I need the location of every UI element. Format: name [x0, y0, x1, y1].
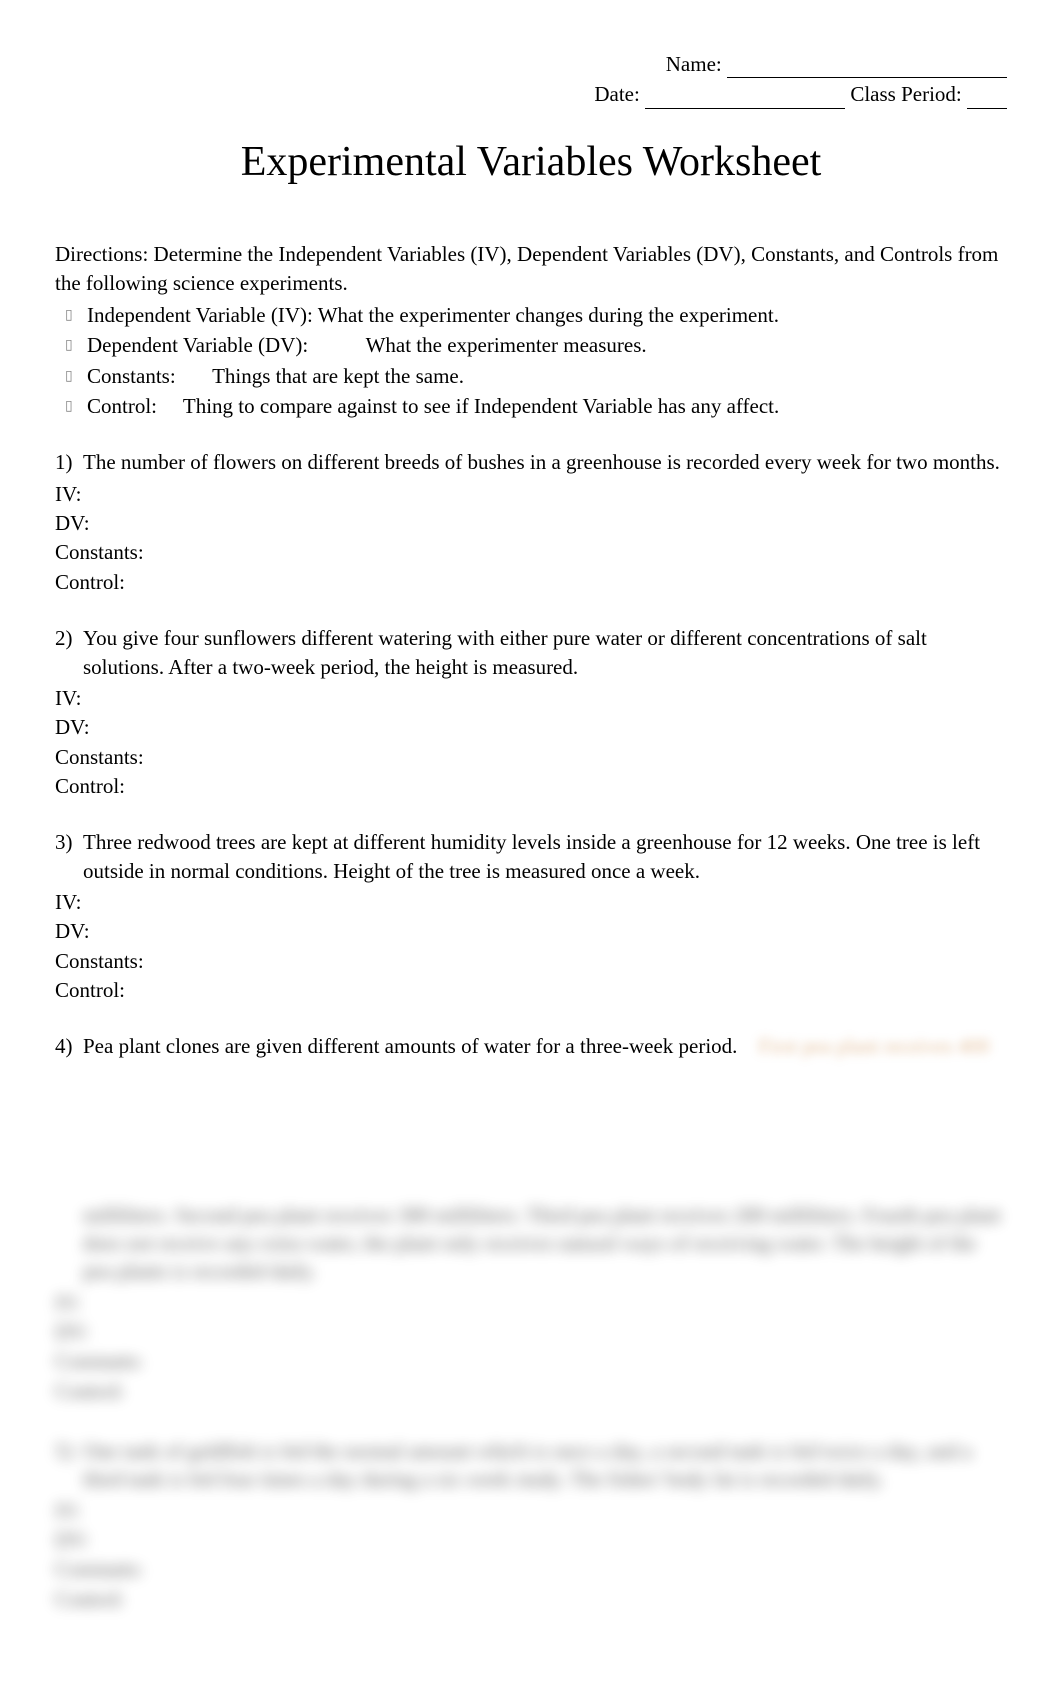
question-1: 1) The number of flowers on different br…	[55, 448, 1007, 596]
page-title: Experimental Variables Worksheet	[55, 134, 1007, 191]
question-prompt: 2) You give four sunflowers different wa…	[55, 624, 1007, 681]
question-text: One tank of goldfish is fed the normal a…	[83, 1437, 1007, 1494]
question-4: 4) Pea plant clones are given different …	[55, 1032, 1007, 1060]
dv-line: DV:	[55, 1318, 1007, 1346]
control-line[interactable]: Control:	[55, 976, 1007, 1004]
question-4-continued: milliliters. Second pea plant receives 3…	[55, 1201, 1007, 1405]
control-line[interactable]: Control:	[55, 568, 1007, 596]
control-line: Control:	[55, 1377, 1007, 1405]
bullet-icon: ▯	[65, 392, 87, 415]
dv-line[interactable]: DV:	[55, 509, 1007, 537]
question-5: 5) One tank of goldfish is fed the norma…	[55, 1437, 1007, 1613]
question-number: 2)	[55, 624, 83, 652]
constants-line[interactable]: Constants:	[55, 538, 1007, 566]
constants-line: Constants:	[55, 1555, 1007, 1583]
definitions-list: ▯ Independent Variable (IV): What the ex…	[55, 301, 1007, 420]
name-label: Name:	[666, 52, 722, 76]
question-3: 3) Three redwood trees are kept at diffe…	[55, 828, 1007, 1004]
bullet-icon: ▯	[65, 301, 87, 324]
definition-iv: ▯ Independent Variable (IV): What the ex…	[55, 301, 1007, 329]
question-text-main: Pea plant clones are given different amo…	[83, 1034, 737, 1058]
iv-line: IV:	[55, 1289, 1007, 1317]
def-label: Dependent Variable (DV):	[87, 331, 308, 359]
question-text: The number of flowers on different breed…	[83, 448, 1007, 476]
name-line: Name:	[55, 50, 1007, 78]
question-number: 1)	[55, 448, 83, 476]
question-number: 3)	[55, 828, 83, 856]
date-label: Date:	[594, 82, 639, 106]
class-period-input-line[interactable]	[967, 88, 1007, 109]
question-text: milliliters. Second pea plant receives 3…	[83, 1201, 1007, 1286]
question-prompt: 1) The number of flowers on different br…	[55, 448, 1007, 476]
blurred-preview: milliliters. Second pea plant receives 3…	[55, 1201, 1007, 1613]
directions-text: Directions: Determine the Independent Va…	[55, 240, 1007, 297]
def-label: Constants:	[87, 362, 176, 390]
def-label: Control:	[87, 392, 157, 420]
class-period-label: Class Period:	[850, 82, 961, 106]
def-desc: Thing to compare against to see if Indep…	[183, 394, 779, 418]
def-desc: What the experimenter measures.	[366, 333, 647, 357]
name-input-line[interactable]	[727, 57, 1007, 78]
question-number: 4)	[55, 1032, 83, 1060]
iv-line: IV:	[55, 1497, 1007, 1525]
question-2: 2) You give four sunflowers different wa…	[55, 624, 1007, 800]
question-text: Pea plant clones are given different amo…	[83, 1032, 1007, 1060]
question-number: 5)	[55, 1437, 83, 1465]
iv-line[interactable]: IV:	[55, 888, 1007, 916]
bullet-icon: ▯	[65, 362, 87, 385]
constants-line: Constants:	[55, 1347, 1007, 1375]
dv-line[interactable]: DV:	[55, 917, 1007, 945]
question-prompt: 5) One tank of goldfish is fed the norma…	[55, 1437, 1007, 1494]
date-line: Date: Class Period:	[55, 80, 1007, 108]
date-input-line[interactable]	[645, 88, 845, 109]
header-info: Name: Date: Class Period:	[55, 50, 1007, 109]
iv-line[interactable]: IV:	[55, 684, 1007, 712]
question-text: Three redwood trees are kept at differen…	[83, 828, 1007, 885]
definition-dv: ▯ Dependent Variable (DV): What the expe…	[55, 331, 1007, 359]
question-text: You give four sunflowers different water…	[83, 624, 1007, 681]
question-prompt: 3) Three redwood trees are kept at diffe…	[55, 828, 1007, 885]
def-label: Independent Variable (IV):	[87, 301, 313, 329]
dv-line[interactable]: DV:	[55, 713, 1007, 741]
constants-line[interactable]: Constants:	[55, 743, 1007, 771]
control-line[interactable]: Control:	[55, 772, 1007, 800]
def-desc: What the experimenter changes during the…	[318, 303, 779, 327]
iv-line[interactable]: IV:	[55, 480, 1007, 508]
question-prompt: milliliters. Second pea plant receives 3…	[55, 1201, 1007, 1286]
control-line: Control:	[55, 1585, 1007, 1613]
def-desc: Things that are kept the same.	[212, 364, 464, 388]
dv-line: DV:	[55, 1526, 1007, 1554]
definition-control: ▯ Control: Thing to compare against to s…	[55, 392, 1007, 420]
question-prompt: 4) Pea plant clones are given different …	[55, 1032, 1007, 1060]
bullet-icon: ▯	[65, 331, 87, 354]
constants-line[interactable]: Constants:	[55, 947, 1007, 975]
question-hint: First pea plant receives 400	[758, 1034, 989, 1058]
definition-constants: ▯ Constants: Things that are kept the sa…	[55, 362, 1007, 390]
